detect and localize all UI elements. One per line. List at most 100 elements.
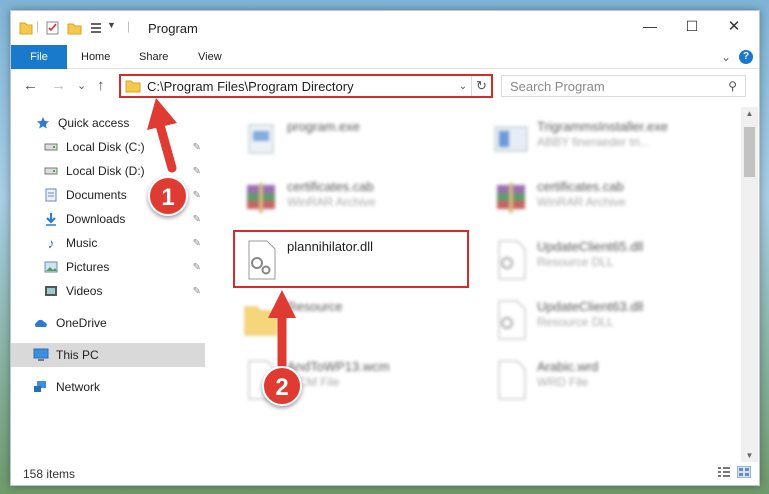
file-name: UpdateClient65.dll [537, 239, 644, 254]
pin-icon[interactable]: ✎ [193, 286, 201, 297]
file-name: Arabic.wrd [537, 359, 599, 374]
pin-icon[interactable]: ✎ [193, 190, 201, 201]
up-button[interactable]: ↑ [97, 77, 105, 94]
sidebar-item-videos[interactable]: Videos ✎ [11, 279, 205, 303]
sidebar-item-label: Videos [66, 284, 103, 298]
ribbon-controls: ⌄ ? [721, 50, 753, 64]
file-name: certificates.cab [537, 179, 624, 194]
pin-icon[interactable]: ✎ [193, 262, 201, 273]
file-name: Resource [287, 299, 343, 314]
folder-icon [244, 306, 278, 336]
exe-icon [248, 124, 274, 154]
scroll-up-icon[interactable]: ▲ [741, 109, 758, 118]
file-item[interactable]: UpdateClient65.dll Resource DLL [485, 231, 725, 289]
pin-icon[interactable]: ✎ [193, 166, 201, 177]
sidebar-item-this-pc[interactable]: This PC [11, 343, 205, 367]
cloud-icon [33, 315, 49, 331]
back-button[interactable]: ← [23, 77, 38, 94]
address-dropdown-icon[interactable]: ⌄ [455, 81, 471, 92]
documents-icon [43, 187, 59, 203]
item-count: 158 items [23, 467, 76, 481]
sidebar-item-music[interactable]: ♪ Music ✎ [11, 231, 205, 255]
file-type: WinRAR Archive [537, 195, 626, 209]
pin-icon[interactable]: ✎ [193, 238, 201, 249]
sidebar-item-label: Quick access [58, 116, 130, 130]
videos-icon [43, 283, 59, 299]
folder-icon [19, 22, 33, 35]
file-item[interactable]: TrigrammsInstaller.exe ABBY fineraeder t… [485, 111, 725, 169]
file-type: Resource DLL [537, 315, 614, 329]
tiles-view-icon[interactable] [737, 466, 751, 478]
drive-icon [43, 139, 59, 155]
file-item[interactable]: UpdateClient63.dll Resource DLL [485, 291, 725, 349]
sidebar-item-onedrive[interactable]: OneDrive [11, 311, 205, 335]
folder-icon [125, 80, 141, 93]
properties-icon[interactable] [45, 20, 61, 36]
sidebar-item-label: Local Disk (C:) [66, 140, 145, 154]
star-icon [35, 115, 51, 131]
file-type: ABBY fineraeder tri... [537, 135, 650, 149]
sidebar-item-local-disk-c[interactable]: Local Disk (C:) ✎ [11, 135, 205, 159]
archive-icon [247, 183, 275, 213]
archive-icon [497, 183, 525, 213]
search-icon[interactable]: ⚲ [728, 79, 737, 93]
dll-icon [498, 300, 526, 340]
search-box[interactable]: ⚲ [501, 75, 746, 97]
title-bar: | ▼ | Program — ☐ ✕ [11, 11, 759, 45]
view-switcher [717, 466, 751, 478]
file-name: certificates.cab [287, 179, 374, 194]
network-icon [33, 379, 49, 395]
scroll-down-icon[interactable]: ▼ [741, 451, 758, 460]
address-path[interactable]: C:\Program Files\Program Directory [147, 79, 455, 94]
details-view-icon[interactable] [717, 466, 731, 478]
drive-icon [43, 163, 59, 179]
sidebar-item-label: Pictures [66, 260, 110, 274]
step-marker-2: 2 [262, 366, 302, 406]
file-type: Resource DLL [537, 255, 614, 269]
recent-locations-button[interactable]: ⌄ [77, 79, 86, 92]
tab-home[interactable]: Home [81, 45, 110, 69]
installer-icon [494, 126, 528, 152]
pin-icon[interactable]: ✎ [193, 142, 201, 153]
forward-button[interactable]: → [51, 77, 66, 94]
download-icon [43, 211, 59, 227]
scroll-thumb[interactable] [744, 127, 755, 177]
computer-icon [33, 347, 49, 363]
file-list: program.exe TrigrammsInstaller.exe ABBY … [217, 107, 741, 462]
title-divider: | [36, 19, 40, 33]
sidebar-item-quick-access[interactable]: Quick access [11, 111, 205, 135]
close-button[interactable]: ✕ [713, 11, 755, 41]
file-type: WinRAR Archive [287, 195, 376, 209]
vertical-scrollbar[interactable]: ▲ ▼ [741, 107, 758, 462]
file-name: UpdateClient63.dll [537, 299, 644, 314]
refresh-icon[interactable]: ↻ [471, 76, 491, 96]
sidebar-item-label: Documents [66, 188, 127, 202]
sidebar-item-label: Local Disk (D:) [66, 164, 145, 178]
sidebar-item-label: OneDrive [56, 316, 107, 330]
music-icon: ♪ [47, 235, 55, 251]
file-item[interactable]: program.exe [235, 111, 475, 169]
file-item[interactable]: Resource [235, 291, 475, 349]
sidebar-item-network[interactable]: Network [11, 375, 205, 399]
customize-icon[interactable] [89, 20, 105, 36]
sidebar-item-pictures[interactable]: Pictures ✎ [11, 255, 205, 279]
sidebar-item-label: Network [56, 380, 101, 394]
maximize-button[interactable]: ☐ [671, 11, 713, 41]
file-item[interactable]: certificates.cab WinRAR Archive [485, 171, 725, 229]
search-input[interactable] [510, 78, 729, 94]
help-icon[interactable]: ? [739, 50, 753, 64]
minimize-button[interactable]: — [629, 11, 671, 41]
address-bar[interactable]: C:\Program Files\Program Directory ⌄ ↻ [119, 74, 493, 98]
dll-icon [498, 240, 526, 280]
file-name: AndToWP13.wcm [287, 359, 390, 374]
pin-icon[interactable]: ✎ [193, 214, 201, 225]
expand-ribbon-icon[interactable]: ⌄ [721, 50, 731, 64]
new-folder-icon[interactable] [67, 20, 83, 36]
tab-share[interactable]: Share [139, 45, 168, 69]
file-name: TrigrammsInstaller.exe [537, 119, 668, 134]
file-item[interactable]: Arabic.wrd WRD File [485, 351, 725, 409]
tab-view[interactable]: View [198, 45, 222, 69]
highlight-box [233, 230, 469, 288]
file-item[interactable]: certificates.cab WinRAR Archive [235, 171, 475, 229]
chevron-down-icon[interactable]: ▼ [107, 20, 116, 36]
